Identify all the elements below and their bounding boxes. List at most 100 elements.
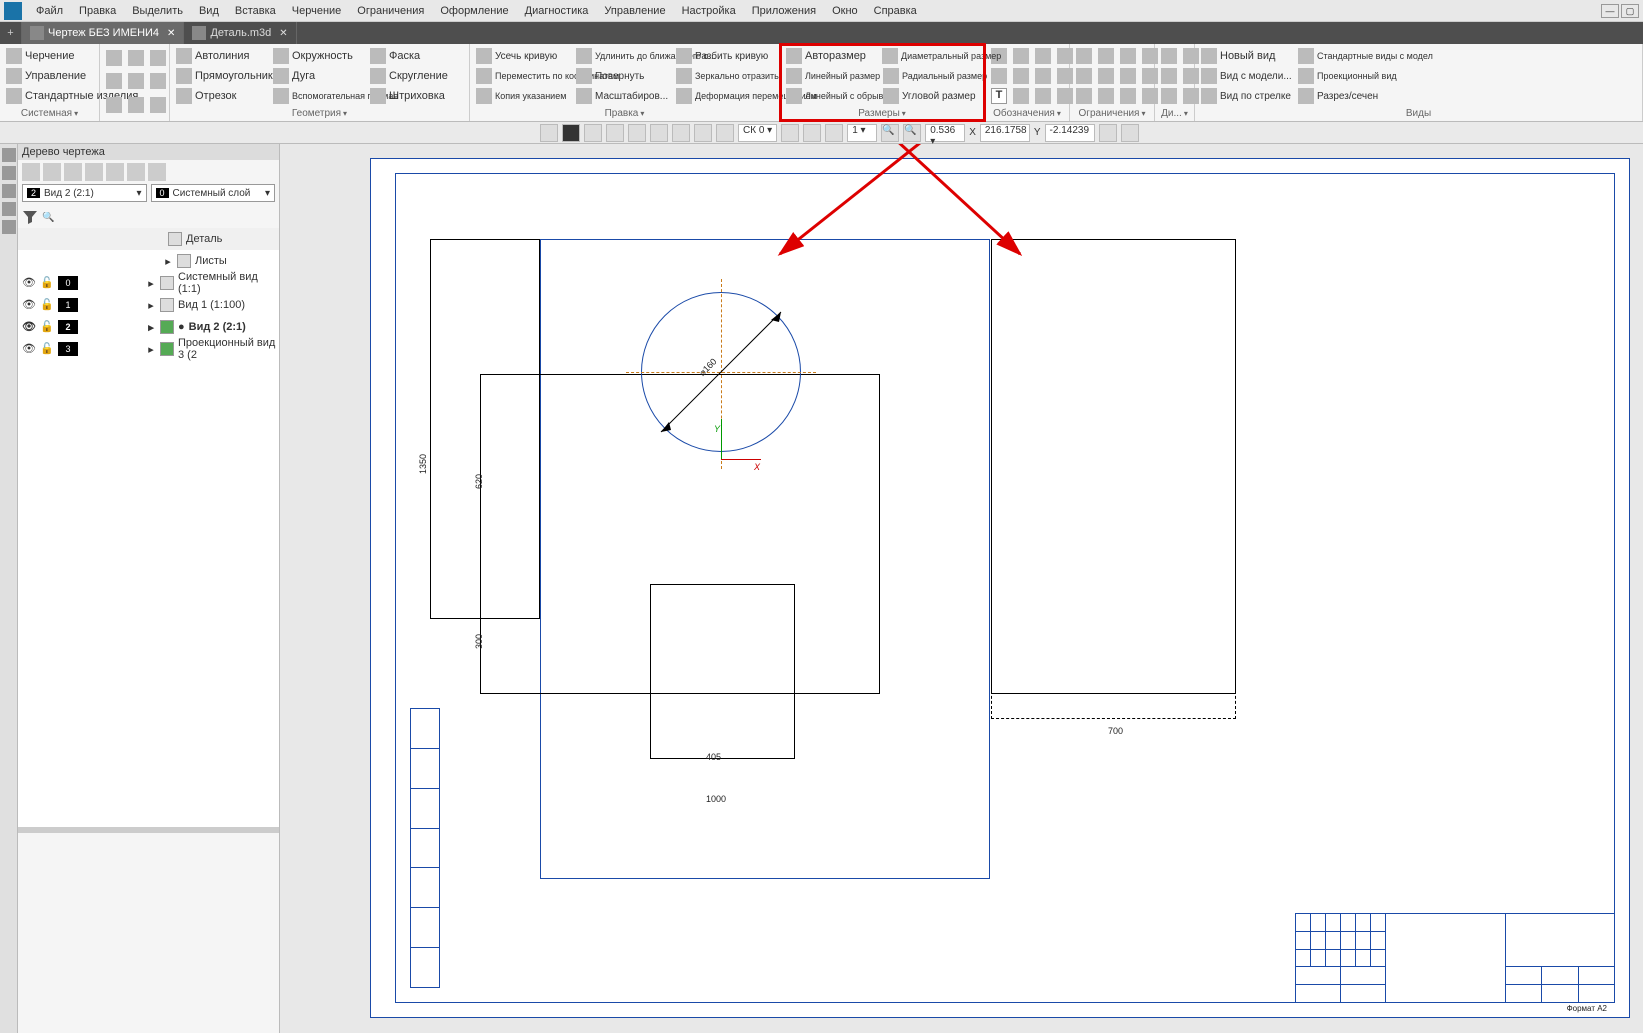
cmd-radialdim[interactable]: Радиальный размер [881,67,981,85]
strip-btn[interactable] [2,148,16,162]
tree-tb-btn[interactable] [64,163,82,181]
tree-header[interactable]: Деталь [18,228,279,250]
annot-btn[interactable] [1033,46,1053,66]
tree-tb-btn[interactable] [22,163,40,181]
constr-btn[interactable] [1096,86,1116,106]
cmd-mirror[interactable]: Зеркально отразить [674,67,772,85]
vb-btn[interactable] [1099,124,1117,142]
annot-btn[interactable] [1033,86,1053,106]
win-maximize[interactable]: ▢ [1621,4,1639,18]
drawing-canvas[interactable]: ⌀160 X Y 1350 620 300 405 1000 700 [280,144,1643,1033]
tree-row-view1[interactable]: 👁 🔓 1 ▸ Вид 1 (1:100) [18,294,279,316]
quick-btn[interactable] [104,95,124,115]
win-minimize[interactable]: — [1601,4,1619,18]
cmd-break[interactable]: Разбить кривую [674,47,772,65]
zoom-select[interactable]: 0.536 ▾ [925,124,965,142]
constr-btn[interactable] [1118,86,1138,106]
cmd-section[interactable]: Разрез/сечен [1296,87,1396,105]
quick-btn[interactable] [148,71,168,91]
quick-btn[interactable] [104,48,124,68]
cmd-arc[interactable]: Дуга [271,67,366,85]
tree-tb-btn[interactable] [85,163,103,181]
menu-view[interactable]: Вид [191,5,227,17]
quick-btn[interactable] [104,71,124,91]
visibility-icon[interactable]: 👁 [22,276,36,290]
quick-btn[interactable] [126,95,146,115]
diag-btn[interactable] [1159,86,1179,106]
vb-btn[interactable] [650,124,668,142]
strip-btn[interactable] [2,202,16,216]
lock-icon[interactable]: 🔓 [40,320,54,334]
menu-drawing[interactable]: Черчение [284,5,350,17]
menu-file[interactable]: Файл [28,5,71,17]
constr-btn[interactable] [1074,86,1094,106]
cmd-linearbrk[interactable]: Линейный с обрывом [784,87,879,105]
vb-btn[interactable] [694,124,712,142]
cmd-manage[interactable]: Управление [4,67,95,85]
vb-btn[interactable] [716,124,734,142]
zoom-in-btn[interactable]: 🔍 [903,124,921,142]
menu-edit[interactable]: Правка [71,5,124,17]
filter-icon[interactable] [22,209,38,225]
constr-btn[interactable] [1118,66,1138,86]
annot-btn[interactable] [989,66,1009,86]
cmd-copy[interactable]: Копия указанием [474,87,572,105]
constr-btn[interactable] [1096,66,1116,86]
vb-btn[interactable] [584,124,602,142]
vb-btn[interactable] [628,124,646,142]
cmd-fillet[interactable]: Скругление [368,67,463,85]
menu-diag[interactable]: Диагностика [517,5,597,17]
cmd-projview[interactable]: Проекционный вид [1296,67,1396,85]
cmd-stdparts[interactable]: Стандартные изделия [4,87,95,105]
annot-btn[interactable] [1011,46,1031,66]
cmd-modelview[interactable]: Вид с модели... [1199,67,1294,85]
vb-btn[interactable] [540,124,558,142]
strip-btn[interactable] [2,184,16,198]
cmd-autodim[interactable]: Авторазмер [784,47,878,65]
annot-btn[interactable] [1011,86,1031,106]
menu-help[interactable]: Справка [866,5,925,17]
view-combo[interactable]: 2Вид 2 (2:1)▾ [22,184,147,202]
visibility-icon[interactable]: 👁 [22,320,36,334]
vb-btn[interactable] [606,124,624,142]
tree-row-view2[interactable]: 👁 🔓 2 ▸ ● Вид 2 (2:1) [18,316,279,338]
cmd-newview[interactable]: Новый вид [1199,47,1294,65]
cmd-arrowview[interactable]: Вид по стрелке [1199,87,1294,105]
menu-insert[interactable]: Вставка [227,5,284,17]
visibility-icon[interactable]: 👁 [22,298,36,312]
annot-btn[interactable] [1033,66,1053,86]
cmd-extend[interactable]: Удлинить до ближайшего о... [574,47,672,65]
vb-btn[interactable] [781,124,799,142]
tree-tb-btn[interactable] [148,163,166,181]
cmd-chamfer[interactable]: Фаска [368,47,463,65]
quick-btn[interactable] [148,48,168,68]
vb-btn[interactable] [825,124,843,142]
new-tab-button[interactable]: + [0,22,22,44]
annot-text[interactable]: T [989,86,1009,106]
lock-icon[interactable]: 🔓 [40,342,54,356]
cmd-scale[interactable]: Масштабиров... [574,87,672,105]
quick-btn[interactable] [126,71,146,91]
cmd-hatch[interactable]: Штриховка [368,87,463,105]
menu-window[interactable]: Окно [824,5,866,17]
lock-icon[interactable]: 🔓 [40,276,54,290]
menu-design[interactable]: Оформление [432,5,516,17]
quick-btn[interactable] [126,48,146,68]
lock-icon[interactable]: 🔓 [40,298,54,312]
tree-tb-btn[interactable] [106,163,124,181]
cmd-diadim[interactable]: Диаметральный размер [880,47,980,65]
constr-btn[interactable] [1074,66,1094,86]
menu-settings[interactable]: Настройка [674,5,744,17]
tab-drawing[interactable]: Чертеж БЕЗ ИМЕНИ4 ✕ [22,22,184,44]
vb-btn[interactable] [1121,124,1139,142]
quick-btn[interactable] [148,95,168,115]
tree-node-sheets[interactable]: ▸ Листы [18,250,279,272]
cmd-move[interactable]: Переместить по координатам [474,67,572,85]
vb-btn[interactable] [562,124,580,142]
tree-filter-input[interactable] [42,212,275,223]
step-select[interactable]: 1 ▾ [847,124,877,142]
constr-btn[interactable] [1074,46,1094,66]
close-icon[interactable]: ✕ [167,28,175,39]
cmd-lineardim[interactable]: Линейный размер [784,67,879,85]
tab-part[interactable]: Деталь.m3d ✕ [184,22,296,44]
